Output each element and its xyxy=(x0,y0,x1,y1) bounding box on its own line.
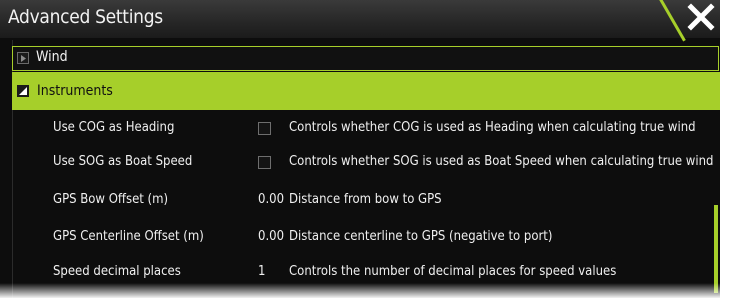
close-icon xyxy=(687,3,715,31)
setting-name: Use SOG as Boat Speed xyxy=(53,154,193,169)
bottom-fade xyxy=(0,283,720,298)
setting-description: Distance from bow to GPS xyxy=(289,192,442,207)
setting-name: GPS Bow Offset (m) xyxy=(53,192,169,207)
group-instruments-label: Instruments xyxy=(37,83,113,99)
setting-name: Use COG as Heading xyxy=(53,120,175,135)
setting-row-use-cog-as-heading: Use COG as Heading Controls whether COG … xyxy=(12,112,712,146)
advanced-settings-dialog: Advanced Settings Wind Instruments Use C… xyxy=(0,0,720,298)
scrollbar-thumb[interactable] xyxy=(714,205,718,293)
expand-arrow-icon[interactable] xyxy=(17,52,29,64)
use-sog-as-boat-speed-checkbox[interactable] xyxy=(258,156,271,169)
setting-description: Controls whether SOG is used as Boat Spe… xyxy=(289,154,714,169)
setting-row-gps-bow-offset: GPS Bow Offset (m) 0.00 Distance from bo… xyxy=(12,184,712,218)
setting-name: Speed decimal places xyxy=(53,264,181,279)
collapse-arrow-icon[interactable] xyxy=(17,85,29,97)
speed-decimal-places-value[interactable]: 1 xyxy=(258,264,265,279)
setting-description: Distance centerline to GPS (negative to … xyxy=(289,229,553,244)
setting-name: GPS Centerline Offset (m) xyxy=(53,229,204,244)
group-instruments[interactable]: Instruments xyxy=(12,72,720,110)
setting-description: Controls the number of decimal places fo… xyxy=(289,264,617,279)
group-wind[interactable]: Wind xyxy=(12,46,719,71)
use-cog-as-heading-checkbox[interactable] xyxy=(258,122,271,135)
setting-row-use-sog-as-boat-speed: Use SOG as Boat Speed Controls whether S… xyxy=(12,146,714,180)
title-bar: Advanced Settings xyxy=(0,0,720,42)
gps-bow-offset-value[interactable]: 0.00 xyxy=(258,192,284,207)
setting-row-gps-centerline-offset: GPS Centerline Offset (m) 0.00 Distance … xyxy=(12,221,712,255)
close-button[interactable] xyxy=(687,3,720,35)
accent-divider xyxy=(659,0,686,42)
gps-centerline-offset-value[interactable]: 0.00 xyxy=(258,229,284,244)
group-wind-label: Wind xyxy=(36,49,68,65)
setting-description: Controls whether COG is used as Heading … xyxy=(289,120,696,135)
dialog-title: Advanced Settings xyxy=(8,6,163,28)
